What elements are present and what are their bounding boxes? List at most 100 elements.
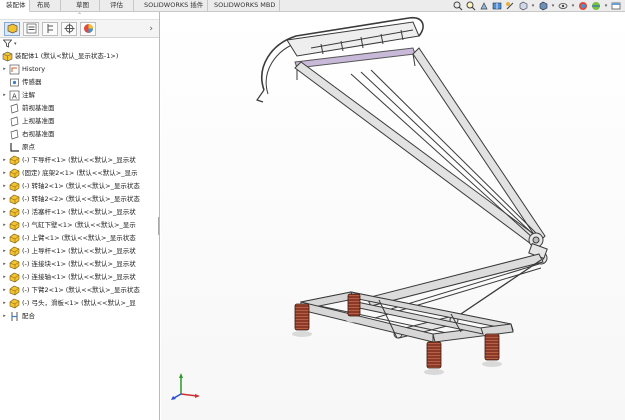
tree-item[interactable]: ▸ (-) 上导杆<1> (默认<<默认>_显示状	[0, 245, 159, 258]
tab-solidworks-mbd[interactable]: SOLIDWORKS MBD	[208, 0, 280, 12]
property-manager-tab-icon[interactable]	[23, 21, 39, 36]
pantograph-model	[256, 16, 548, 375]
expand-arrow-icon[interactable]: ▸	[0, 245, 9, 258]
tree-item[interactable]: ▸ (-) 下臂2<1> (默认<<默认>_显示状态	[0, 284, 159, 297]
feature-filter[interactable]: ▾	[0, 38, 159, 50]
zoom-to-fit-icon[interactable]	[453, 1, 463, 11]
tree-item-label: (-) 下导杆<1> (默认<<默认>_显示状	[22, 156, 136, 164]
filter-icon[interactable]	[2, 39, 13, 50]
expand-arrow-icon[interactable]: ▸	[0, 89, 9, 102]
zoom-area-icon[interactable]	[466, 1, 476, 11]
tree-item[interactable]: ▸ (-) 活塞杆<1> (默认<<默认>_显示状	[0, 206, 159, 219]
expand-arrow-icon[interactable]: ▸	[0, 193, 9, 206]
view-settings-icon[interactable]	[611, 1, 621, 11]
part-icon	[9, 259, 20, 270]
plane-icon	[9, 116, 20, 127]
tree-item-label: (-) 下臂2<1> (默认<<默认>_显示状态	[22, 286, 140, 294]
view-orientation-caret-icon[interactable]: ▾	[531, 3, 535, 9]
panel-splitter-handle[interactable]	[158, 217, 159, 235]
feature-tree: 装配体1 (默认<默认_显示状态-1>) ▸ History 传感器 ▸ A 注解 前视基准…	[0, 50, 159, 323]
part-icon	[9, 298, 20, 309]
assembly-icon	[2, 51, 13, 62]
tree-items: ▸ History 传感器 ▸ A 注解 前视基准面上视基准面右视基准面原点 ▸ (-) 下导杆…	[0, 63, 159, 323]
tree-root-assembly[interactable]: 装配体1 (默认<默认_显示状态-1>)	[0, 50, 159, 63]
tree-item[interactable]: ▸ 配合	[0, 310, 159, 323]
expand-arrow-icon[interactable]: ▸	[0, 258, 9, 271]
tab-solidworks-addins[interactable]: SOLIDWORKS 插件	[138, 0, 208, 12]
panel-grip-handle[interactable]: ⌃	[0, 12, 159, 20]
expand-arrow-icon[interactable]: ▸	[0, 310, 9, 323]
tree-item-label: 配合	[22, 312, 35, 320]
dimxpert-manager-tab-icon[interactable]	[61, 21, 77, 36]
part-icon	[9, 181, 20, 192]
configuration-manager-tab-icon[interactable]	[42, 21, 58, 36]
history-icon	[9, 64, 20, 75]
sensor-icon	[9, 77, 20, 88]
annotation-icon: A	[9, 90, 20, 101]
section-view-icon[interactable]	[492, 1, 502, 11]
chevron-right-icon[interactable]: ›	[149, 24, 153, 34]
tab-sketch[interactable]: 草图	[70, 0, 100, 12]
edit-appearance-icon[interactable]	[578, 1, 588, 11]
expand-arrow-icon[interactable]: ▸	[0, 271, 9, 284]
manager-tabs: ›	[0, 20, 159, 38]
tree-item[interactable]: 前视基准面	[0, 102, 159, 115]
expand-arrow-icon[interactable]: ▸	[0, 206, 9, 219]
part-icon	[9, 246, 20, 257]
tree-item-label: 传感器	[22, 78, 42, 86]
tree-item[interactable]: ▸ (-) 上臂<1> (默认<<默认>_显示状态	[0, 232, 159, 245]
tree-item[interactable]: ▸ (-) 下导杆<1> (默认<<默认>_显示状	[0, 154, 159, 167]
base-frame	[299, 291, 514, 343]
expand-arrow-icon[interactable]: ▸	[0, 180, 9, 193]
tree-item[interactable]: ▸ A 注解	[0, 89, 159, 102]
tree-item[interactable]: 原点	[0, 141, 159, 154]
command-manager-tabs: 装配体 布局 草图 评估 SOLIDWORKS 插件 SOLIDWORKS MB…	[0, 0, 625, 12]
view-orientation-icon[interactable]	[518, 1, 528, 11]
tree-item-label: 原点	[22, 143, 35, 151]
tree-item-label: 上视基准面	[22, 117, 55, 125]
display-style-icon[interactable]	[538, 1, 548, 11]
tree-item[interactable]: ▸ History	[0, 63, 159, 76]
part-icon	[9, 194, 20, 205]
dynamic-annotation-icon[interactable]	[505, 1, 515, 11]
filter-caret-icon[interactable]: ▾	[14, 41, 17, 47]
tree-item[interactable]: 上视基准面	[0, 115, 159, 128]
tab-assembly[interactable]: 装配体	[0, 0, 30, 12]
graphics-area[interactable]	[161, 12, 625, 420]
tree-item-label: (-) 连接块<1> (默认<<默认>_显示状	[22, 260, 136, 268]
expand-arrow-icon[interactable]: ▸	[0, 154, 9, 167]
part-icon	[9, 155, 20, 166]
display-style-caret-icon[interactable]: ▾	[551, 3, 555, 9]
tree-item-label: History	[22, 65, 46, 73]
hide-show-caret-icon[interactable]: ▾	[571, 3, 575, 9]
mate-icon	[9, 311, 20, 322]
tab-layout[interactable]: 布局	[31, 0, 61, 12]
tree-item[interactable]: 右视基准面	[0, 128, 159, 141]
tree-item[interactable]: ▸ (-) 气缸下壁<1> (默认<<默认>_显示	[0, 219, 159, 232]
part-icon	[9, 168, 20, 179]
expand-arrow-icon[interactable]: ▸	[0, 284, 9, 297]
previous-view-icon[interactable]	[479, 1, 489, 11]
tree-item[interactable]: ▸ (-) 转轴2<1> (默认<<默认>_显示状态	[0, 180, 159, 193]
expand-arrow-icon[interactable]: ▸	[0, 63, 9, 76]
expand-arrow-icon[interactable]: ▸	[0, 219, 9, 232]
tree-item[interactable]: ▸ (-) 弓头，滑板<1> (默认<<默认>_显	[0, 297, 159, 310]
hide-show-items-icon[interactable]	[558, 1, 568, 11]
expand-arrow-icon[interactable]: ▸	[0, 297, 9, 310]
tree-root-label: 装配体1 (默认<默认_显示状态-1>)	[15, 52, 119, 60]
svg-text:A: A	[12, 93, 17, 101]
heads-up-view-toolbar: ▾ ▾ ▾ ▾	[453, 0, 621, 12]
tab-evaluate[interactable]: 评估	[104, 0, 134, 12]
upper-arm	[294, 47, 546, 245]
tree-item[interactable]: 传感器	[0, 76, 159, 89]
expand-arrow-icon[interactable]: ▸	[0, 232, 9, 245]
tree-item[interactable]: ▸ (-) 连接轴<1> (默认<<默认>_显示状	[0, 271, 159, 284]
tree-item[interactable]: ▸ (-) 转轴2<2> (默认<<默认>_显示状态	[0, 193, 159, 206]
tree-item[interactable]: ▸ (固定) 底架2<1> (默认<<默认>_显示	[0, 167, 159, 180]
apply-scene-icon[interactable]	[591, 1, 601, 11]
expand-arrow-icon[interactable]: ▸	[0, 167, 9, 180]
apply-scene-caret-icon[interactable]: ▾	[604, 3, 608, 9]
feature-manager-tab-icon[interactable]	[4, 21, 20, 36]
display-manager-tab-icon[interactable]	[80, 21, 96, 36]
tree-item[interactable]: ▸ (-) 连接块<1> (默认<<默认>_显示状	[0, 258, 159, 271]
